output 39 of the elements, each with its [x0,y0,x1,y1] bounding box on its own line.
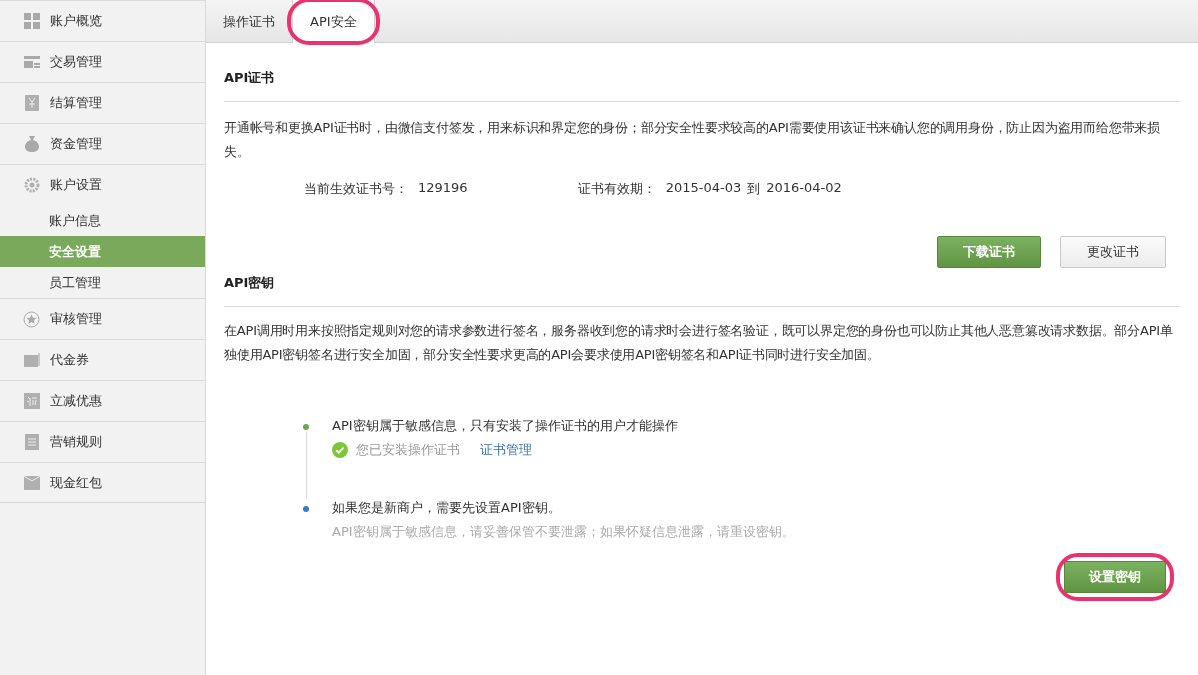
menu-icon [23,475,40,490]
menu-icon [23,310,40,328]
sidebar-item[interactable]: 代金券 [0,339,205,380]
value: 2015-04-03 [665,180,742,197]
menu-icon [23,13,40,29]
section-title: API密钥 [224,268,1180,307]
menu-icon [23,136,40,152]
value: 2016-04-02 [766,180,842,197]
tab[interactable]: 操作证书 [206,1,292,42]
step-title: API密钥属于敏感信息，只有安装了操作证书的用户才能操作 [332,417,678,435]
label: 当前生效证书号： [304,180,408,198]
description: 在API调用时用来按照指定规则对您的请求参数进行签名，服务器收到您的请求时会进行签名验证，既可以界定您的身份也可以防止其他人恶意篡改请求数据。部分API单独使用API密钥签名进行安全加固，部分安全性要求更高的API会要求使用API密钥签名和API证书同时进行安全加固。 [224,322,1174,364]
sidebar-item[interactable]: 账户信息 [0,205,205,236]
value: 129196 [418,180,468,197]
description: 开通帐号和更换API证书时，由微信支付签发，用来标识和界定您的身份；部分安全性要求较高的API需要使用该证书来确认您的调用身份，防止因为盗用而给您带来损失。 [224,119,1161,161]
sidebar-item[interactable]: 营销规则 [0,421,205,462]
menu-icon [23,55,40,69]
sidebar-item[interactable]: 资金管理 [0,123,205,164]
sidebar-item[interactable]: 结算管理 [0,82,205,123]
sidebar-item[interactable]: 账户概览 [0,0,205,41]
menu-icon [23,353,40,367]
sidebar-item[interactable]: 交易管理 [0,41,205,82]
sidebar-item[interactable]: 账户设置 [0,164,205,205]
step-title: 如果您是新商户，需要先设置API密钥。 [332,499,562,517]
sidebar-item[interactable]: 立减优惠 [0,380,205,421]
sidebar-item[interactable]: 现金红包 [0,462,205,503]
menu-icon [23,95,40,111]
label: 到 [747,180,761,198]
sidebar-item[interactable]: 员工管理 [0,267,205,298]
label: 证书有效期： [577,180,656,198]
certificate-management-link[interactable]: 证书管理 [480,441,532,459]
sidebar-item[interactable]: 审核管理 [0,298,205,339]
section-title: API证书 [224,57,1180,102]
menu-icon [23,434,40,450]
menu-icon [23,393,40,409]
step-note: API密钥属于敏感信息，请妥善保管不要泄露；如果怀疑信息泄露，请重设密钥。 [332,523,795,541]
status-text: 您已安装操作证书 [356,441,460,459]
menu-icon [23,177,40,193]
button[interactable]: 更改证书 [1060,236,1166,268]
